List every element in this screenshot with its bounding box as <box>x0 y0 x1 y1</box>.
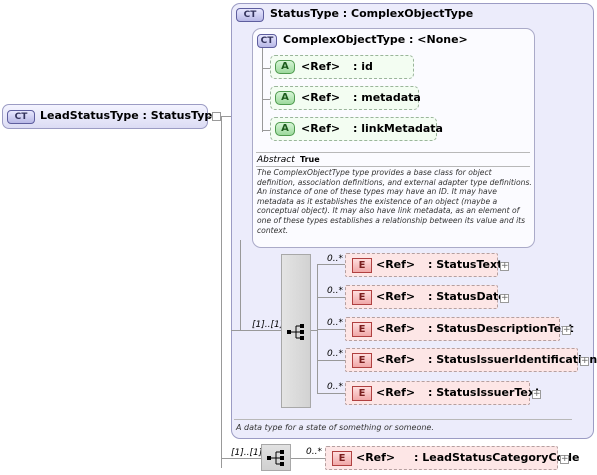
expand-toggle[interactable]: + <box>500 262 509 271</box>
element-ref: <Ref> <box>376 353 416 366</box>
element-name: : StatusText <box>428 258 503 271</box>
element-multiplicity: 0..* <box>327 349 343 359</box>
element-name: : LeadStatusCategoryCode <box>414 451 580 464</box>
element-multiplicity: 0..* <box>327 318 343 328</box>
attribute-ref: <Ref> <box>301 60 341 73</box>
sequence-icon <box>287 324 304 340</box>
complex-object-type-description: The ComplexObjectType type provides a ba… <box>257 168 532 235</box>
sequence-icon <box>267 450 284 466</box>
divider <box>256 152 530 153</box>
element-icon: E <box>352 258 372 273</box>
element-multiplicity: 0..* <box>327 382 343 392</box>
attribute-id[interactable]: A <Ref> : id <box>270 55 414 79</box>
element-ref: <Ref> <box>356 451 396 464</box>
expand-toggle[interactable]: + <box>562 326 571 335</box>
element-name: : StatusIssuerText <box>428 386 541 399</box>
complex-type-icon: CT <box>257 34 277 48</box>
element-ref: <Ref> <box>376 258 416 271</box>
element-icon: E <box>352 290 372 305</box>
attribute-ref: <Ref> <box>301 122 341 135</box>
bottom-sequence-multiplicity: [1]..[1] <box>231 448 263 458</box>
attribute-name: : id <box>353 60 373 73</box>
element-status-issuer-text[interactable]: E <Ref> : StatusIssuerText <box>345 381 540 405</box>
complex-object-type-title: ComplexObjectType : <None> <box>283 33 468 46</box>
status-type-title: StatusType : ComplexObjectType <box>270 7 474 20</box>
attribute-name: : linkMetadata <box>353 122 443 135</box>
element-status-text[interactable]: E <Ref> : StatusText <box>345 253 502 277</box>
element-ref: <Ref> <box>376 322 416 335</box>
element-lead-status-category-code[interactable]: E <Ref> : LeadStatusCategoryCode <box>325 446 579 470</box>
divider <box>234 419 572 420</box>
complex-type-icon: CT <box>236 8 264 22</box>
attribute-icon: A <box>275 122 295 136</box>
element-ref: <Ref> <box>376 386 416 399</box>
element-status-issuer-identification[interactable]: E <Ref> : StatusIssuerIdentification <box>345 348 597 372</box>
bottom-sequence-compositor[interactable] <box>261 444 291 471</box>
element-name: : StatusDate <box>428 290 506 303</box>
root-label: LeadStatusType : StatusType <box>40 109 220 122</box>
element-icon: E <box>332 451 352 466</box>
abstract-label: Abstract <box>257 155 295 165</box>
collapse-toggle[interactable] <box>212 112 221 121</box>
element-ref: <Ref> <box>376 290 416 303</box>
attribute-ref: <Ref> <box>301 91 341 104</box>
element-multiplicity: 0..* <box>327 254 343 264</box>
expand-toggle[interactable]: + <box>560 455 569 464</box>
sequence-compositor[interactable] <box>281 254 311 408</box>
expand-toggle[interactable]: + <box>580 357 589 366</box>
abstract-value: True <box>300 155 320 164</box>
element-status-description-text[interactable]: E <Ref> : StatusDescriptionText <box>345 317 573 341</box>
element-status-date[interactable]: E <Ref> : StatusDate <box>345 285 506 309</box>
element-icon: E <box>352 386 372 401</box>
sequence-multiplicity: [1]..[1] <box>252 320 284 330</box>
attribute-metadata[interactable]: A <Ref> : metadata <box>270 86 421 110</box>
status-type-description: A data type for a state of something or … <box>236 423 434 432</box>
element-multiplicity: 0..* <box>306 447 322 457</box>
element-icon: E <box>352 353 372 368</box>
attribute-name: : metadata <box>353 91 421 104</box>
complex-type-icon: CT <box>7 110 35 124</box>
attribute-icon: A <box>275 91 295 105</box>
element-multiplicity: 0..* <box>327 286 343 296</box>
element-name: : StatusIssuerIdentification <box>428 353 597 366</box>
attribute-icon: A <box>275 60 295 74</box>
expand-toggle[interactable]: + <box>532 390 541 399</box>
attribute-link-metadata[interactable]: A <Ref> : linkMetadata <box>270 117 443 141</box>
expand-toggle[interactable]: + <box>500 294 509 303</box>
divider <box>256 166 530 167</box>
element-icon: E <box>352 322 372 337</box>
element-name: : StatusDescriptionText <box>428 322 574 335</box>
